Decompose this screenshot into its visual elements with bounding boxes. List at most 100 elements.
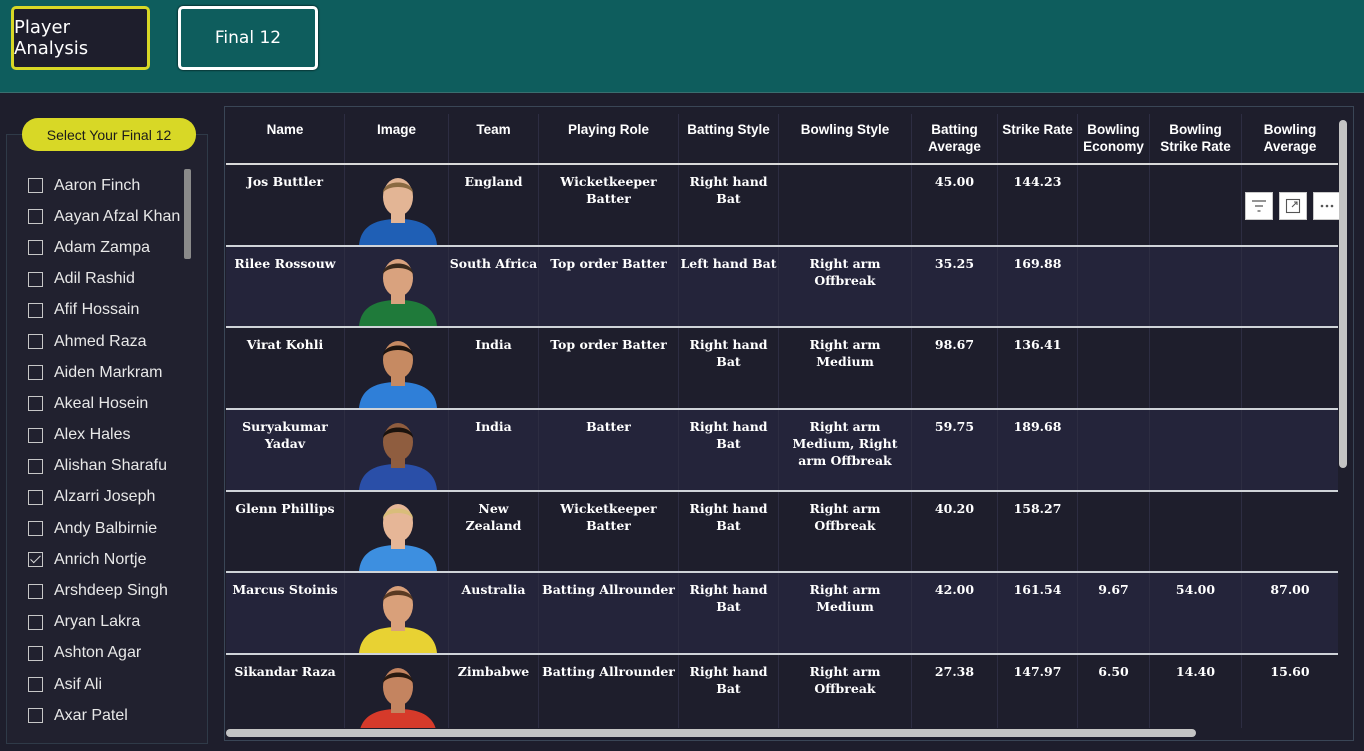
checkbox[interactable] bbox=[28, 271, 43, 287]
cell-strike-rate: 158.27 bbox=[998, 491, 1078, 572]
slicer-item[interactable]: Aiden Markram bbox=[28, 357, 190, 388]
cell-bowling-style: Right arm Medium bbox=[779, 573, 912, 654]
player-photo bbox=[359, 504, 437, 572]
checkbox[interactable] bbox=[28, 458, 43, 474]
checkbox[interactable] bbox=[28, 677, 43, 693]
cell-strike-rate: 189.68 bbox=[998, 410, 1078, 490]
player-photo bbox=[359, 259, 437, 327]
cell-strike-rate: 144.23 bbox=[998, 165, 1078, 245]
slicer-item[interactable]: Axar Patel bbox=[28, 700, 190, 731]
cell-bowling-average bbox=[1242, 410, 1338, 490]
cell-bowling-average: 87.00 bbox=[1270, 582, 1310, 598]
table-row[interactable]: Marcus Stoinis Australia Batting Allrounde… bbox=[226, 573, 1338, 656]
checkbox[interactable] bbox=[28, 521, 43, 537]
slicer-item[interactable]: Andy Balbirnie bbox=[28, 513, 190, 544]
slicer-item[interactable]: Akeal Hosein bbox=[28, 388, 190, 419]
checkbox[interactable] bbox=[28, 209, 43, 225]
header-bowling-strike-rate[interactable]: Bowling Strike Rate bbox=[1150, 114, 1242, 163]
cell-batting-style: Right hand Bat bbox=[679, 655, 779, 728]
player-analysis-button[interactable]: Player Analysis bbox=[11, 6, 150, 70]
header-bowling-average[interactable]: Bowling Average bbox=[1242, 114, 1338, 163]
cell-image bbox=[345, 246, 449, 327]
checkbox-checked[interactable] bbox=[28, 552, 43, 568]
checkbox[interactable] bbox=[28, 240, 43, 256]
checkbox[interactable] bbox=[28, 489, 43, 505]
checkbox[interactable] bbox=[28, 708, 43, 724]
checkbox[interactable] bbox=[28, 365, 43, 381]
cell-name: Suryakumar Yadav bbox=[226, 410, 345, 490]
slicer-scrollbar[interactable] bbox=[184, 169, 191, 259]
table-row[interactable]: Jos Buttler England Wicketkeeper Batter Rig… bbox=[226, 165, 1338, 247]
players-table: Name Image Team Playing Role Batting Sty… bbox=[226, 114, 1338, 728]
checkbox[interactable] bbox=[28, 427, 43, 443]
slicer-item-label: Arshdeep Singh bbox=[54, 582, 168, 600]
cell-image bbox=[345, 655, 449, 728]
cell-team: Zimbabwe bbox=[449, 655, 539, 728]
cell-image bbox=[345, 573, 449, 654]
cell-image bbox=[345, 165, 449, 245]
header-bowling-economy[interactable]: Bowling Economy bbox=[1078, 114, 1150, 163]
table-vertical-scrollbar[interactable] bbox=[1339, 120, 1347, 468]
cell-strike-rate: 161.54 bbox=[998, 573, 1078, 654]
slicer-item[interactable]: Asif Ali bbox=[28, 669, 190, 700]
slicer-item[interactable]: Anrich Nortje bbox=[28, 544, 190, 575]
table-horizontal-scrollbar[interactable] bbox=[226, 729, 1196, 737]
table-row[interactable]: Glenn Phillips New Zealand Wicketkeeper Ba… bbox=[226, 491, 1338, 574]
checkbox[interactable] bbox=[28, 583, 43, 599]
cell-batting-average: 45.00 bbox=[912, 165, 998, 245]
table-row[interactable]: Virat Kohli India Top order Batter Right ha… bbox=[226, 328, 1338, 411]
header-strike-rate[interactable]: Strike Rate bbox=[998, 114, 1078, 163]
slicer-item[interactable]: Afif Hossain bbox=[28, 295, 190, 326]
cell-batting-average: 42.00 bbox=[912, 573, 998, 654]
cell-bowling-style bbox=[779, 165, 912, 245]
cell-bowling-strike-rate bbox=[1150, 491, 1242, 572]
player-photo bbox=[360, 667, 436, 728]
header-playing-role[interactable]: Playing Role bbox=[539, 114, 679, 163]
slicer-item[interactable]: Aaron Finch bbox=[28, 170, 190, 201]
table-row[interactable]: Suryakumar Yadav India Batter Right hand Ba… bbox=[226, 410, 1338, 492]
checkbox[interactable] bbox=[28, 334, 43, 350]
slicer-item-label: Afif Hossain bbox=[54, 301, 140, 319]
slicer-item[interactable]: Adil Rashid bbox=[28, 264, 190, 295]
cell-strike-rate: 136.41 bbox=[998, 328, 1078, 409]
header-name[interactable]: Name bbox=[226, 114, 345, 163]
slicer-item[interactable]: Ahmed Raza bbox=[28, 326, 190, 357]
slicer-item-label: Ahmed Raza bbox=[54, 332, 147, 350]
cell-playing-role: Top order Batter bbox=[539, 246, 679, 327]
checkbox[interactable] bbox=[28, 614, 43, 630]
slicer-item-label: Ashton Agar bbox=[54, 644, 142, 662]
cell-team: India bbox=[449, 410, 539, 490]
cell-batting-style: Right hand Bat bbox=[679, 491, 779, 572]
checkbox[interactable] bbox=[28, 396, 43, 412]
slicer-item[interactable]: Alishan Sharafu bbox=[28, 451, 190, 482]
header-batting-average[interactable]: Batting Average bbox=[912, 114, 998, 163]
cell-bowling-style: Right arm Offbreak bbox=[779, 655, 912, 728]
checkbox[interactable] bbox=[28, 178, 43, 194]
cell-bowling-style: Right arm Offbreak bbox=[779, 246, 912, 327]
table-header-row: Name Image Team Playing Role Batting Sty… bbox=[226, 114, 1338, 165]
cell-playing-role: Batting Allrounder bbox=[539, 573, 679, 654]
header-image[interactable]: Image bbox=[345, 114, 449, 163]
cell-playing-role: Wicketkeeper Batter bbox=[539, 491, 679, 572]
table-row[interactable]: Rilee Rossouw South Africa Top order Batte… bbox=[226, 246, 1338, 329]
slicer-item-label: Akeal Hosein bbox=[54, 394, 149, 412]
slicer-item[interactable]: Ashton Agar bbox=[28, 638, 190, 669]
header-team[interactable]: Team bbox=[449, 114, 539, 163]
header-batting-style[interactable]: Batting Style bbox=[679, 114, 779, 163]
slicer-item[interactable]: Aayan Afzal Khan bbox=[28, 201, 190, 232]
cell-name: Jos Buttler bbox=[226, 165, 345, 245]
slicer-item[interactable]: Arshdeep Singh bbox=[28, 575, 190, 606]
slicer-item[interactable]: Aryan Lakra bbox=[28, 607, 190, 638]
final-12-button[interactable]: Final 12 bbox=[178, 6, 318, 70]
checkbox[interactable] bbox=[28, 302, 43, 318]
slicer-item[interactable]: Alex Hales bbox=[28, 420, 190, 451]
cell-bowling-economy: 6.50 bbox=[1078, 655, 1150, 728]
table-row[interactable]: Sikandar Raza Zimbabwe Batting Allrounder R… bbox=[226, 655, 1338, 728]
slicer-item[interactable]: Alzarri Joseph bbox=[28, 482, 190, 513]
slicer-item[interactable]: Adam Zampa bbox=[28, 232, 190, 263]
cell-bowling-strike-rate: 14.40 bbox=[1150, 655, 1242, 728]
cell-batting-style: Right hand Bat bbox=[679, 410, 779, 490]
header-bowling-style[interactable]: Bowling Style bbox=[779, 114, 912, 163]
checkbox[interactable] bbox=[28, 645, 43, 661]
cell-bowling-average bbox=[1242, 492, 1338, 572]
